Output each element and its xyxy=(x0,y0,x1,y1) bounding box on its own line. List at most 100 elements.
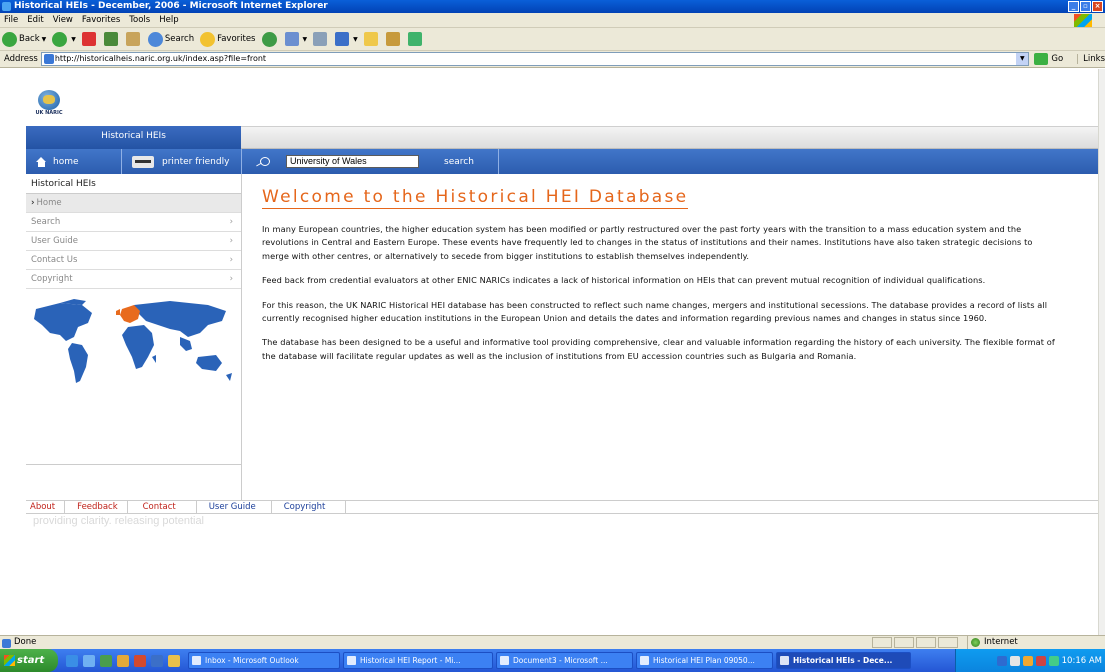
section-tab[interactable]: Historical HEIs xyxy=(26,126,241,149)
messenger-button[interactable] xyxy=(407,32,424,46)
mail-button[interactable]: ▼ xyxy=(284,32,307,46)
start-button[interactable]: start xyxy=(0,649,58,672)
site-nav-bar: home printer friendly University of Wale… xyxy=(26,149,1098,174)
minimize-button[interactable]: _ xyxy=(1068,1,1079,12)
footer-user-guide-link[interactable]: User Guide xyxy=(197,501,272,513)
search-icon xyxy=(147,31,163,47)
go-button[interactable]: Go xyxy=(1034,53,1063,65)
history-button[interactable] xyxy=(261,31,279,47)
sidebar-item-copyright[interactable]: Copyright › xyxy=(26,270,241,289)
nav-printer-friendly[interactable]: printer friendly xyxy=(122,149,242,174)
messenger-icon xyxy=(407,32,422,46)
site-search-button[interactable]: search xyxy=(444,157,474,167)
site-search-input[interactable]: University of Wales xyxy=(286,155,419,168)
taskbar: start Inbox - Microsoft Outlook Historic… xyxy=(0,649,1105,672)
header-strip xyxy=(241,126,1098,149)
task-document3[interactable]: Document3 - Microsoft ... xyxy=(496,652,633,669)
footer-copyright-link[interactable]: Copyright xyxy=(272,501,347,513)
print-button[interactable] xyxy=(313,32,329,46)
language-icon[interactable] xyxy=(996,655,1007,666)
address-label: Address xyxy=(4,54,38,64)
nav-home[interactable]: home xyxy=(26,149,122,174)
footer-feedback-link[interactable]: Feedback xyxy=(65,501,128,513)
back-arrow-icon xyxy=(2,31,17,47)
outlook-icon[interactable] xyxy=(117,654,129,667)
house-icon xyxy=(36,156,47,167)
menu-file[interactable]: File xyxy=(4,15,18,25)
intro-paragraph-2: Feed back from credential evaluators at … xyxy=(262,275,986,286)
chevron-right-icon: › xyxy=(229,255,233,265)
status-panels xyxy=(872,637,958,648)
window-controls: _ ▫ × xyxy=(1068,1,1103,12)
globe-icon xyxy=(38,90,60,110)
menu-tools[interactable]: Tools xyxy=(129,15,150,25)
forward-button[interactable]: ▼ xyxy=(52,31,76,47)
refresh-button[interactable] xyxy=(103,32,120,46)
excel-icon[interactable] xyxy=(100,654,112,667)
world-map-image xyxy=(34,299,232,383)
word-quicklaunch-icon[interactable] xyxy=(151,654,163,667)
security-zone: Internet xyxy=(967,636,1105,649)
favorites-button[interactable]: Favorites xyxy=(200,31,256,47)
footer-contact-link[interactable]: Contact xyxy=(128,501,197,513)
desktop-icon[interactable] xyxy=(83,654,95,667)
system-tray: 10:16 AM xyxy=(955,649,1105,672)
chevron-right-icon: › xyxy=(229,236,233,246)
window-title: Historical HEIs - December, 2006 - Micro… xyxy=(14,1,328,11)
sidebar-item-home[interactable]: › Home xyxy=(26,194,241,213)
home-icon xyxy=(125,32,140,46)
stop-button[interactable] xyxy=(81,32,98,46)
menu-view[interactable]: View xyxy=(53,15,73,25)
research-button[interactable] xyxy=(385,32,402,46)
ie-quicklaunch-icon[interactable] xyxy=(66,654,78,667)
home-button[interactable] xyxy=(125,32,142,46)
sidebar-item-contact-us[interactable]: Contact Us › xyxy=(26,251,241,270)
footer-links: About Feedback Contact User Guide Copyri… xyxy=(26,500,1098,514)
address-input[interactable]: http://historicalheis.naric.org.uk/index… xyxy=(40,52,1030,66)
uk-naric-logo[interactable]: UK NARIC xyxy=(34,90,64,120)
footer-about-link[interactable]: About xyxy=(26,501,66,513)
clock: 10:16 AM xyxy=(1061,655,1102,666)
back-button[interactable]: Back ▼ xyxy=(2,31,46,47)
stop-icon xyxy=(81,32,96,46)
vertical-scrollbar[interactable] xyxy=(1098,69,1105,635)
sidebar-item-user-guide[interactable]: User Guide › xyxy=(26,232,241,251)
folder-quicklaunch-icon[interactable] xyxy=(168,654,180,667)
links-button[interactable]: Links xyxy=(1077,54,1105,64)
page-title: Welcome to the Historical HEI Database xyxy=(262,187,689,209)
chevron-right-icon: › xyxy=(31,198,35,208)
tray-icon[interactable] xyxy=(1035,655,1046,666)
task-historical-heis[interactable]: Historical HEIs - Dece... xyxy=(776,652,911,669)
task-outlook[interactable]: Inbox - Microsoft Outlook xyxy=(188,652,340,669)
tray-icon[interactable] xyxy=(1009,655,1020,666)
chevron-right-icon: › xyxy=(229,217,233,227)
task-hei-plan[interactable]: Historical HEI Plan 09050... xyxy=(636,652,773,669)
word-icon xyxy=(335,32,350,46)
edit-button[interactable]: ▼ xyxy=(335,32,358,46)
menu-help[interactable]: Help xyxy=(159,15,178,25)
folder-icon xyxy=(363,32,378,46)
ie-icon xyxy=(2,2,11,11)
address-dropdown-icon[interactable]: ▼ xyxy=(1016,53,1029,65)
sidebar-item-search[interactable]: Search › xyxy=(26,213,241,232)
intro-paragraph-3: For this reason, the UK NARIC Historical… xyxy=(262,299,1048,324)
history-icon xyxy=(261,31,277,47)
task-hei-report[interactable]: Historical HEI Report - Mi... xyxy=(343,652,493,669)
menu-favorites[interactable]: Favorites xyxy=(82,15,120,25)
sidebar-divider xyxy=(26,464,242,465)
menu-edit[interactable]: Edit xyxy=(27,15,43,25)
tray-icon[interactable] xyxy=(1048,655,1059,666)
sidebar-heading: Historical HEIs xyxy=(26,174,241,194)
windows-logo-icon xyxy=(1074,14,1092,27)
quick-launch xyxy=(58,654,188,667)
page-icon xyxy=(43,54,54,64)
search-button[interactable]: Search xyxy=(147,31,194,47)
folder-button[interactable] xyxy=(363,32,380,46)
magnifier-icon xyxy=(256,156,270,167)
research-icon xyxy=(385,32,400,46)
media-icon[interactable] xyxy=(134,654,146,667)
tray-icon[interactable] xyxy=(1022,655,1033,666)
chevron-right-icon: › xyxy=(229,274,233,284)
close-button[interactable]: × xyxy=(1092,1,1103,12)
maximize-button[interactable]: ▫ xyxy=(1080,1,1091,12)
